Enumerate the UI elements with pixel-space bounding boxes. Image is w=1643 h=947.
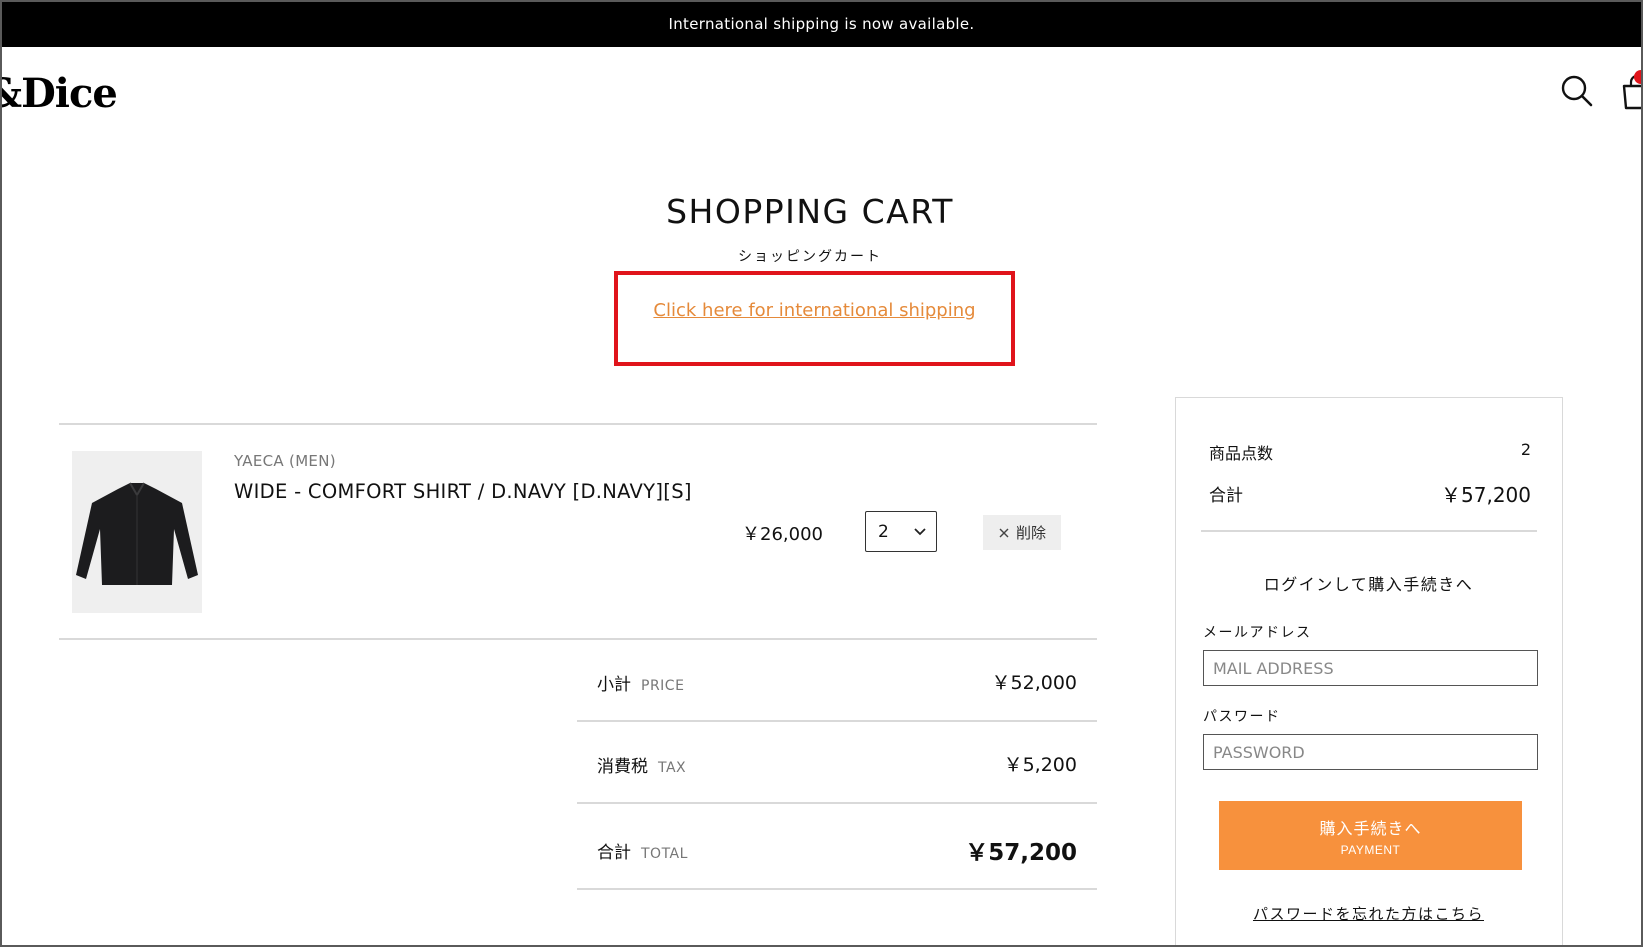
chevron-down-icon <box>914 527 926 535</box>
payment-button-label-en: PAYMENT <box>1340 842 1401 857</box>
quantity-select[interactable]: 2 <box>865 511 937 552</box>
total-label: 合計 TOTAL <box>597 838 688 863</box>
remove-item-button[interactable]: 削除 <box>983 515 1061 550</box>
item-count-label: 商品点数 <box>1209 444 1274 463</box>
total-value: ￥57,200 <box>965 840 1077 866</box>
email-field[interactable] <box>1203 650 1538 686</box>
checkout-sidebar: 商品点数 2 合計 ￥57,200 ログインして購入手続きへ メールアドレス パ… <box>1175 397 1563 947</box>
logo-text: &Dice <box>0 70 118 117</box>
product-name[interactable]: WIDE - COMFORT SHIRT / D.NAVY [D.NAVY][S… <box>234 480 692 503</box>
sidebar-divider <box>1201 530 1537 532</box>
total-row: 合計 TOTAL ￥57,200 <box>577 804 1097 884</box>
payment-button[interactable]: 購入手続きへ PAYMENT <box>1219 801 1522 870</box>
payment-button-label-jp: 購入手続きへ <box>1319 820 1422 838</box>
subtotal-label-jp: 小計 <box>597 675 631 695</box>
sidebar-total-value: ￥57,200 <box>1441 483 1531 507</box>
cart-top-divider <box>59 423 1097 425</box>
search-icon[interactable] <box>1560 74 1594 108</box>
tax-row: 消費税 TAX ￥5,200 <box>577 722 1097 802</box>
sidebar-total-row: 合計 ￥57,200 <box>1209 481 1531 507</box>
shirt-image <box>76 482 198 585</box>
page-subtitle: ショッピングカート <box>738 249 882 265</box>
password-field[interactable] <box>1203 734 1538 770</box>
close-icon <box>999 528 1009 537</box>
item-count-row: 商品点数 2 <box>1209 440 1531 464</box>
sidebar-total-label: 合計 <box>1209 486 1243 506</box>
tax-label: 消費税 TAX <box>597 752 686 777</box>
subtotal-label-en: PRICE <box>641 678 685 694</box>
email-label: メールアドレス <box>1203 625 1312 641</box>
tax-value: ￥5,200 <box>1003 754 1077 776</box>
total-divider <box>577 888 1097 890</box>
password-label: パスワード <box>1203 709 1281 725</box>
cart-badge <box>1634 70 1643 84</box>
product-image[interactable] <box>72 451 202 613</box>
quantity-value: 2 <box>878 521 889 542</box>
product-brand: YAECA (MEN) <box>234 452 336 470</box>
tax-label-jp: 消費税 <box>597 757 648 777</box>
product-unit-price: ￥26,000 <box>742 524 823 545</box>
international-shipping-link[interactable]: Click here for international shipping <box>614 300 1015 321</box>
total-label-en: TOTAL <box>641 846 688 862</box>
login-heading: ログインして購入手続きへ <box>1263 575 1474 594</box>
subtotal-row: 小計 PRICE ￥52,000 <box>577 640 1097 720</box>
forgot-password-link[interactable]: パスワードを忘れた方はこちら <box>1176 903 1561 924</box>
total-label-jp: 合計 <box>597 843 631 863</box>
site-logo[interactable]: &Dice <box>0 70 120 120</box>
remove-label: 削除 <box>1015 524 1046 542</box>
item-count-value: 2 <box>1520 440 1531 459</box>
tax-label-en: TAX <box>658 760 687 776</box>
announcement-text: International shipping is now available. <box>668 14 975 33</box>
subtotal-label: 小計 PRICE <box>597 670 684 695</box>
subtotal-value: ￥52,000 <box>991 672 1077 694</box>
page-title: SHOPPING CART <box>666 192 954 231</box>
announcement-bar: International shipping is now available. <box>0 0 1643 47</box>
